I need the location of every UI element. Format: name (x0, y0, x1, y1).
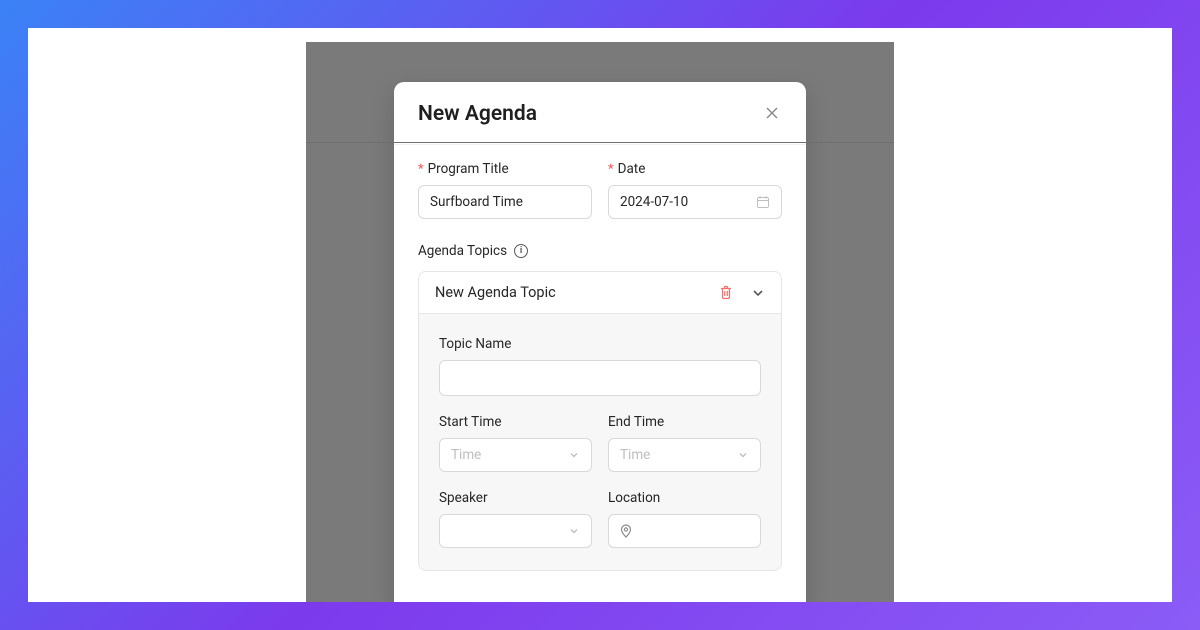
end-time-select[interactable]: Time (608, 438, 761, 472)
end-time-label: End Time (608, 414, 761, 430)
start-time-select[interactable]: Time (439, 438, 592, 472)
backdrop: New Agenda * Program Title (306, 42, 894, 602)
trash-icon[interactable] (719, 285, 733, 300)
chevron-down-icon (568, 449, 580, 461)
new-agenda-modal: New Agenda * Program Title (394, 82, 806, 602)
chevron-down-icon[interactable] (751, 286, 765, 300)
location-pin-icon (620, 524, 632, 538)
required-marker: * (608, 162, 614, 177)
date-input[interactable] (608, 185, 782, 219)
backdrop-divider (306, 142, 894, 143)
program-title-label: * Program Title (418, 161, 592, 177)
speaker-label: Speaker (439, 490, 592, 506)
app-frame: New Agenda * Program Title (28, 28, 1172, 602)
modal-title: New Agenda (418, 102, 537, 126)
topic-name-input[interactable] (439, 360, 761, 396)
agenda-topic-card: New Agenda Topic (418, 271, 782, 571)
modal-header: New Agenda (394, 82, 806, 145)
location-input[interactable] (608, 514, 761, 548)
topic-header[interactable]: New Agenda Topic (419, 272, 781, 314)
agenda-topics-label: Agenda Topics i (418, 243, 782, 259)
topic-name-label: Topic Name (439, 336, 761, 352)
required-marker: * (418, 162, 424, 177)
chevron-down-icon (568, 525, 580, 537)
chevron-down-icon (737, 449, 749, 461)
modal-body: * Program Title * Date (394, 145, 806, 591)
program-title-input[interactable] (418, 185, 592, 219)
topic-body: Topic Name Start Time Time (419, 314, 781, 570)
location-label: Location (608, 490, 761, 506)
date-label: * Date (608, 161, 782, 177)
speaker-select[interactable] (439, 514, 592, 548)
topic-title: New Agenda Topic (435, 284, 556, 301)
start-time-label: Start Time (439, 414, 592, 430)
calendar-icon (756, 195, 770, 209)
info-icon[interactable]: i (514, 244, 528, 258)
close-icon[interactable] (764, 105, 782, 123)
